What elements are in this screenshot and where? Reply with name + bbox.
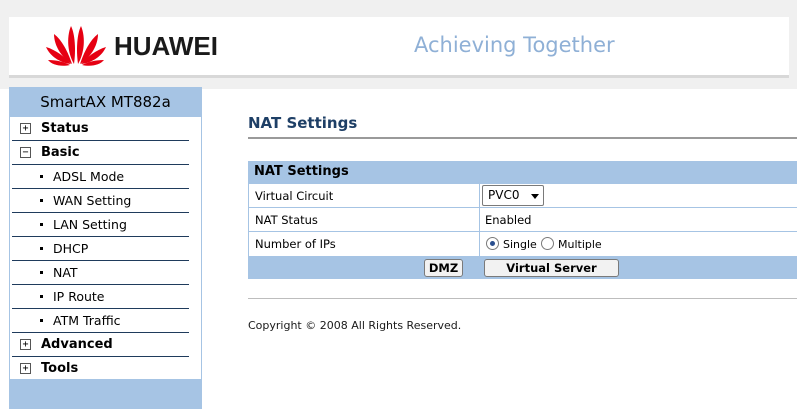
tagline: Achieving Together [414,33,615,57]
virtual-server-button[interactable]: Virtual Server [484,259,619,277]
sidebar-item-atm-traffic[interactable]: ATM Traffic [10,309,201,333]
sidebar-item-label: WAN Setting [53,193,132,208]
table-row-nat-status: NAT Status Enabled [248,208,797,232]
nat-status-value: Enabled [485,213,532,227]
sidebar-item-label: NAT [53,265,78,280]
brand-name: HUAWEI [114,31,218,61]
sidebar-item-label: Status [41,121,89,136]
multiple-radio-label[interactable]: Multiple [558,238,602,251]
sidebar-item-dhcp[interactable]: DHCP [10,237,201,261]
column-divider [479,184,480,208]
single-radio-label[interactable]: Single [503,238,537,251]
sidebar-item-label: IP Route [53,289,105,304]
plus-box-icon[interactable]: + [20,339,31,350]
sidebar-item-basic[interactable]: − Basic [10,141,201,165]
table-row-number-of-ips: Number of IPs Single Multiple [248,232,797,257]
sidebar: SmartAX MT882a + Status − Basic ADSL Mod… [9,87,202,409]
plus-box-icon[interactable]: + [20,363,31,374]
sidebar-item-tools[interactable]: + Tools [10,357,201,381]
sidebar-item-ip-route[interactable]: IP Route [10,285,201,309]
bullet-icon [40,223,43,226]
sidebar-item-label: ATM Traffic [53,313,121,328]
sidebar-item-label: Basic [41,145,80,160]
sidebar-item-label: ADSL Mode [53,169,125,184]
sidebar-item-advanced[interactable]: + Advanced [10,333,201,357]
device-model-title: SmartAX MT882a [40,93,171,111]
copyright-text: Copyright © 2008 All Rights Reserved. [248,319,462,332]
header-divider [9,75,789,78]
nat-settings-table: NAT Settings Virtual Circuit PVC0 NAT St… [248,161,797,279]
virtual-circuit-value: PVC0 [488,188,520,202]
bullet-icon [40,271,43,274]
sidebar-menu: + Status − Basic ADSL Mode WAN Setting L… [10,117,201,379]
column-divider [479,208,480,232]
title-divider [248,137,797,139]
sidebar-item-label: DHCP [53,241,89,256]
bullet-icon [40,295,43,298]
bullet-icon [40,175,43,178]
sidebar-item-label: Tools [41,361,79,376]
sidebar-item-status[interactable]: + Status [10,117,201,141]
chevron-down-icon [531,194,539,199]
sidebar-item-label: Advanced [41,337,113,352]
sidebar-item-adsl-mode[interactable]: ADSL Mode [10,165,201,189]
sidebar-item-wan-setting[interactable]: WAN Setting [10,189,201,213]
sidebar-item-nat[interactable]: NAT [10,261,201,285]
column-divider [479,232,480,256]
multiple-radio[interactable] [541,237,554,250]
nat-status-label: NAT Status [255,213,318,227]
page-title: NAT Settings [248,114,358,132]
table-row-virtual-circuit: Virtual Circuit PVC0 [248,184,797,208]
plus-box-icon[interactable]: + [20,123,31,134]
button-bar: DMZ Virtual Server [248,257,797,279]
bullet-icon [40,319,43,322]
section-title: NAT Settings [254,164,349,179]
bullet-icon [40,247,43,250]
minus-box-icon[interactable]: − [20,147,31,158]
virtual-circuit-label: Virtual Circuit [255,189,334,203]
footer-divider [248,298,797,299]
sidebar-item-lan-setting[interactable]: LAN Setting [10,213,201,237]
sidebar-item-label: LAN Setting [53,217,127,232]
single-radio[interactable] [486,237,499,250]
dmz-button[interactable]: DMZ [424,259,463,277]
section-header: NAT Settings [248,161,797,184]
huawei-logo-icon [46,26,106,66]
virtual-circuit-select[interactable]: PVC0 [482,185,544,206]
bullet-icon [40,199,43,202]
number-of-ips-label: Number of IPs [255,237,336,251]
